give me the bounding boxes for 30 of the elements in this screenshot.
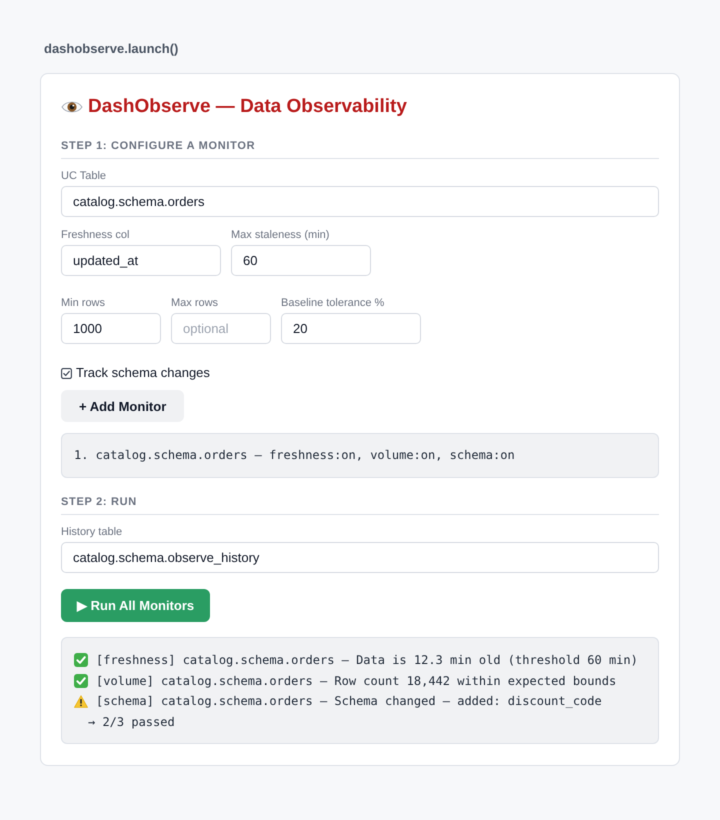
check-mark-icon: [74, 653, 88, 668]
warning-icon: [74, 694, 88, 708]
check-mark-icon: [74, 674, 88, 688]
input-field[interactable]: 60: [231, 245, 371, 276]
input-field[interactable]: updated_at: [61, 245, 221, 276]
section-heading: STEP 2: RUN: [61, 495, 659, 515]
card-title: DashObserve — Data Observability: [88, 95, 407, 119]
input-field[interactable]: catalog.schema.observe_history: [61, 542, 659, 573]
field-label: Baseline tolerance %: [281, 296, 386, 310]
section-heading: STEP 1: CONFIGURE A MONITOR: [61, 139, 659, 159]
field-label: Max staleness (min): [231, 228, 330, 242]
summary-text: → 2/3 passed: [88, 714, 175, 730]
checkbox[interactable]: [61, 368, 72, 378]
input-field[interactable]: 1000: [61, 313, 161, 344]
monitor-entry: 1. catalog.schema.orders — freshness:on, volume:on, schema:on: [74, 447, 516, 464]
result-text: [freshness] catalog.schema.orders — Data is 12.3 min old (threshold 60 min): [96, 652, 638, 669]
input-field[interactable]: catalog.schema.orders: [61, 186, 659, 217]
add-monitor-button[interactable]: + Add Monitor: [61, 390, 184, 422]
input-field[interactable]: optional: [171, 313, 271, 344]
field-label: Freshness col: [61, 228, 130, 242]
field-label: UC Table: [61, 169, 108, 183]
result-text: [volume] catalog.schema.orders — Row count 18,442 within expected bounds: [96, 672, 616, 690]
checkbox-label: Track schema changes: [76, 365, 210, 381]
result-text: [schema] catalog.schema.orders — Schema changed — added: discount_code: [96, 693, 602, 710]
field-label: Max rows: [171, 296, 220, 310]
field-label: History table: [61, 525, 124, 539]
app-title: dashobserve.launch(): [44, 41, 178, 57]
eye-icon: [61, 100, 83, 114]
field-label: Min rows: [61, 296, 106, 310]
input-field[interactable]: 20: [281, 313, 421, 344]
